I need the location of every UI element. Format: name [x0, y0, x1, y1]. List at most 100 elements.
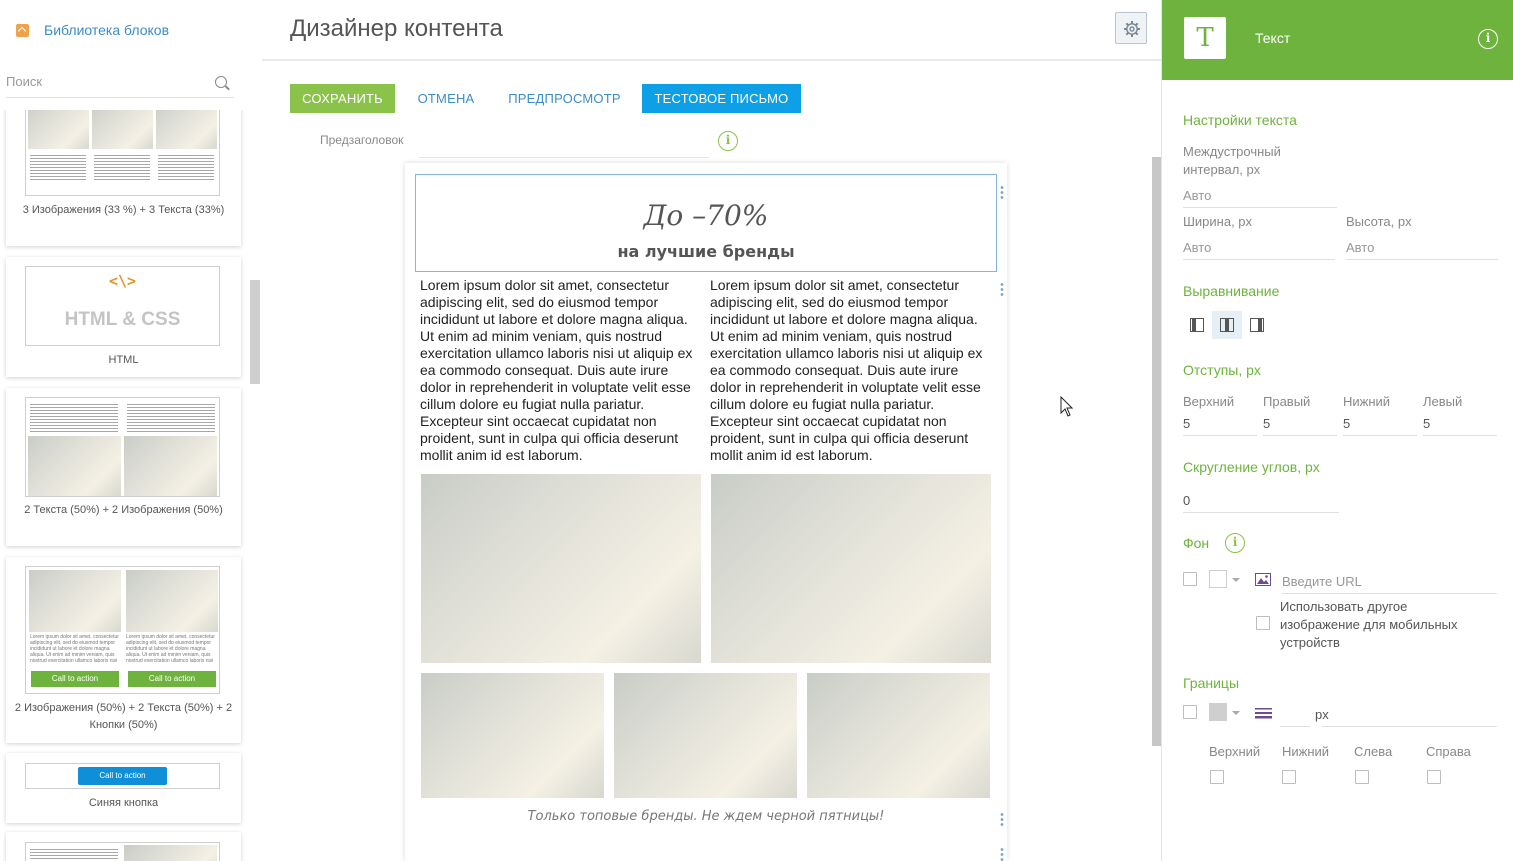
background-url-input[interactable]: Введите URL [1282, 570, 1497, 594]
mobile-image-label: Использовать другое изображение для моби… [1280, 599, 1458, 650]
collapse-library-icon[interactable] [16, 24, 29, 37]
email-heading-block[interactable]: До –70% на лучшие бренды [415, 174, 997, 272]
chevron-down-icon[interactable] [1232, 578, 1240, 582]
email-image[interactable] [807, 673, 990, 798]
email-text-right[interactable]: Lorem ipsum dolor sit amet, consectetur … [710, 277, 992, 464]
height-field[interactable]: Авто [1346, 236, 1498, 260]
alignment-heading: Выравнивание [1183, 283, 1280, 299]
library-scrollbar[interactable] [250, 280, 260, 384]
drag-handle-icon[interactable] [1000, 185, 1004, 201]
border-color-picker[interactable] [1209, 703, 1227, 721]
width-field[interactable]: Авто [1183, 236, 1335, 260]
border-left-checkbox[interactable] [1355, 770, 1369, 784]
info-icon[interactable]: i [1225, 533, 1245, 553]
library-block-2text-2img[interactable]: 2 Текста (50%) + 2 Изображения (50%) [6, 388, 241, 546]
align-center-button[interactable] [1212, 311, 1242, 339]
background-heading: Фон [1183, 535, 1210, 551]
padding-top-field[interactable]: 5 [1183, 412, 1257, 436]
chevron-down-icon[interactable] [1232, 711, 1240, 715]
drag-handle-icon[interactable] [1000, 847, 1004, 861]
border-top-checkbox[interactable] [1210, 770, 1224, 784]
border-bottom-label: Нижний [1282, 744, 1330, 759]
email-subheadline: на лучшие бренды [617, 242, 795, 261]
block-caption: 3 Изображения (33 %) + 3 Текста (33%) [22, 204, 225, 216]
settings-button[interactable] [1115, 12, 1147, 44]
align-right-button[interactable] [1242, 311, 1272, 339]
border-left-label: Слева [1354, 744, 1393, 759]
save-button[interactable]: Сохранить [290, 84, 395, 113]
drag-handle-icon[interactable] [1000, 282, 1004, 298]
line-height-field[interactable]: Авто [1183, 184, 1337, 208]
thumb-cta-button: Call to action [128, 671, 216, 687]
drag-handle-icon[interactable] [1000, 812, 1004, 828]
cancel-button[interactable]: Отмена [407, 84, 485, 113]
search-icon[interactable] [215, 76, 227, 88]
block-thumbnail: Call to action [25, 763, 220, 789]
email-headline: До –70% [643, 199, 769, 232]
page-title: Дизайнер контента [290, 15, 503, 42]
align-left-button[interactable] [1182, 311, 1212, 339]
library-block-html[interactable]: <\> HTML & CSS HTML [6, 257, 241, 377]
library-block-3img-3text[interactable]: 3 Изображения (33 %) + 3 Текста (33%) [6, 110, 241, 246]
padding-right-field[interactable]: 5 [1263, 412, 1337, 436]
image-icon[interactable] [1255, 573, 1271, 586]
library-block-2img-2text-2btn[interactable]: Lorem ipsum dolor sit amet, consectetur … [6, 557, 241, 743]
email-image[interactable] [421, 474, 701, 663]
preview-button[interactable]: Предпросмотр [497, 84, 632, 113]
preheader-input[interactable] [419, 157, 709, 158]
block-thumbnail [25, 110, 220, 196]
library-search-input[interactable] [6, 74, 206, 89]
block-thumbnail [25, 842, 220, 861]
preheader-label: Предзаголовок [320, 133, 404, 147]
email-image[interactable] [614, 673, 797, 798]
properties-panel: T Текст i Настройки текста Междустрочный… [1161, 0, 1513, 861]
test-email-button[interactable]: Тестовое письмо [642, 84, 801, 113]
block-caption: Синяя кнопка [88, 797, 159, 809]
padding-bottom-label: Нижний [1343, 394, 1391, 409]
gear-icon [1124, 21, 1140, 37]
borders-checkbox[interactable] [1183, 705, 1197, 719]
library-block-next[interactable] [6, 832, 241, 861]
border-style-icon[interactable] [1255, 707, 1272, 719]
email-text-left[interactable]: Lorem ipsum dolor sit amet, consectetur … [420, 277, 702, 464]
padding-right-label: Правый [1263, 394, 1311, 409]
library-title[interactable]: Библиотека блоков [44, 22, 169, 38]
block-caption: 2 Текста (50%) + 2 Изображения (50%) [24, 504, 223, 516]
border-extra-field[interactable] [1322, 703, 1497, 727]
email-footer-text[interactable]: Только топовые бренды. Не ждем черной пя… [405, 809, 1007, 824]
line-height-label: Междустрочный интервал, px [1183, 144, 1281, 177]
code-icon: <\> [108, 272, 137, 290]
library-block-blue-button[interactable]: Call to action Синяя кнопка [6, 753, 241, 823]
email-image[interactable] [421, 673, 604, 798]
properties-header: T Текст i [1162, 0, 1513, 80]
email-image[interactable] [711, 474, 991, 663]
block-caption: HTML [108, 354, 139, 366]
padding-heading: Отступы, px [1183, 362, 1261, 378]
block-library-panel: Библиотека блоков 3 Изображения (33 %) +… [0, 0, 262, 861]
border-width-field[interactable] [1280, 703, 1310, 727]
padding-left-label: Левый [1423, 394, 1463, 409]
mouse-cursor-icon [1060, 396, 1074, 417]
padding-bottom-field[interactable]: 5 [1343, 412, 1417, 436]
html-css-label: HTML & CSS [64, 309, 181, 330]
library-block-list: 3 Изображения (33 %) + 3 Текста (33%) <\… [0, 110, 250, 861]
info-icon[interactable]: i [1478, 29, 1498, 49]
info-icon[interactable]: i [718, 131, 738, 151]
text-settings-heading: Настройки текста [1183, 112, 1297, 128]
background-color-picker[interactable] [1209, 570, 1227, 588]
block-thumbnail [25, 397, 220, 497]
padding-left-field[interactable]: 5 [1423, 412, 1497, 436]
width-label: Ширина, px [1183, 214, 1253, 229]
radius-field[interactable]: 0 [1183, 489, 1339, 513]
thumb-blue-button: Call to action [78, 767, 167, 785]
library-header: Библиотека блоков [0, 0, 262, 60]
borders-heading: Границы [1183, 675, 1239, 691]
border-top-label: Верхний [1209, 744, 1261, 759]
block-caption: 2 Изображения (50%) + 2 Текста (50%) + 2… [14, 702, 233, 731]
text-block-icon: T [1184, 17, 1226, 59]
canvas-scrollbar[interactable] [1152, 157, 1161, 746]
mobile-image-checkbox[interactable] [1256, 616, 1270, 630]
border-bottom-checkbox[interactable] [1282, 770, 1296, 784]
border-right-checkbox[interactable] [1427, 770, 1441, 784]
background-checkbox[interactable] [1183, 572, 1197, 586]
